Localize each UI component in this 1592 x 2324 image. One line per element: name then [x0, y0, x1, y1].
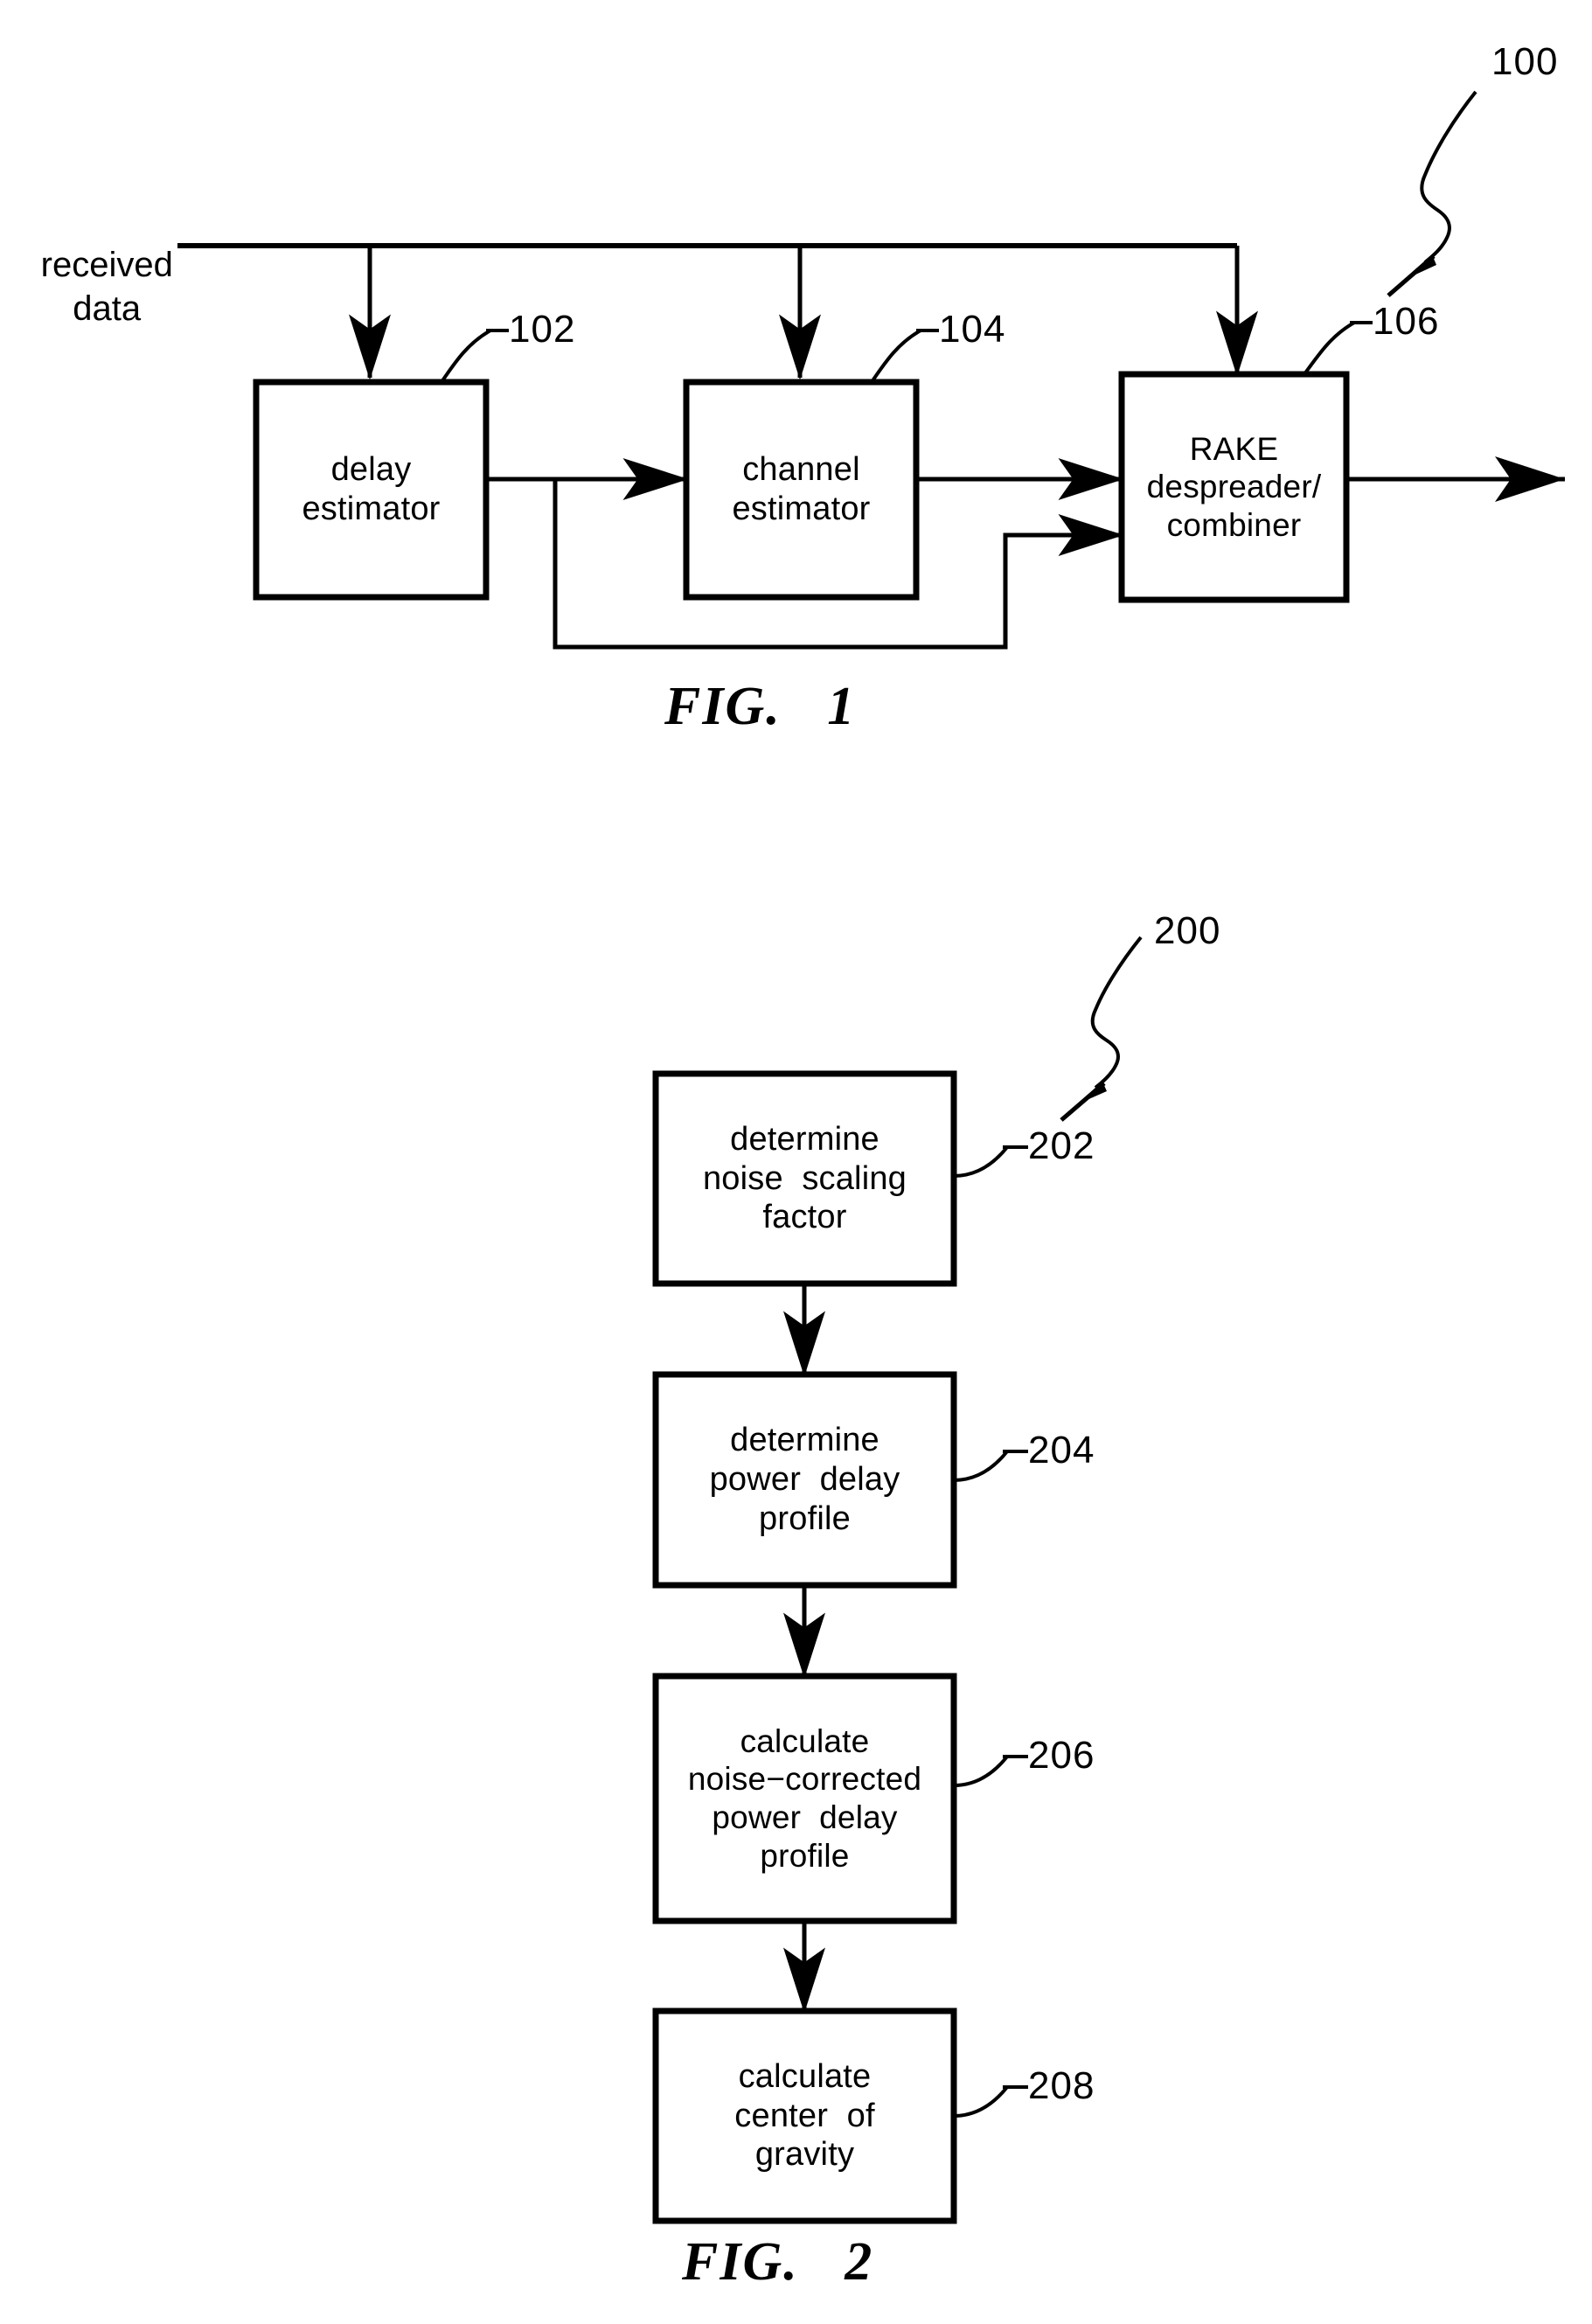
- block-106-line-1: RAKE: [1189, 430, 1279, 467]
- block-206-line-3: power delay: [712, 1799, 898, 1835]
- block-102-line-1: delay: [330, 451, 412, 489]
- fig2-leader-204: [953, 1450, 1009, 1482]
- fig1-leader-104: [870, 329, 921, 384]
- figure-2-caption: FIG. 2: [682, 2232, 874, 2292]
- fig2-leader-202: [953, 1145, 1009, 1178]
- block-208-line-3: gravity: [754, 2136, 855, 2174]
- ref-numeral-202: 202: [1028, 1124, 1095, 1167]
- ref-numeral-106: 106: [1373, 300, 1440, 343]
- patent-drawing-sheet: received data delay estimator channel es…: [0, 0, 1592, 2324]
- block-102-line-2: estimator: [302, 491, 441, 527]
- block-206-line-1: calculate: [740, 1722, 870, 1759]
- received-data-line1: received: [40, 246, 173, 284]
- block-208-line-2: center of: [734, 2097, 875, 2134]
- figure-1-caption: FIG. 1: [664, 677, 857, 736]
- ref-numeral-200: 200: [1154, 909, 1221, 952]
- ref-numeral-204: 204: [1028, 1429, 1095, 1472]
- block-202-line-2: noise scaling: [702, 1159, 907, 1197]
- fig2-leader-208: [953, 2085, 1009, 2118]
- block-204-line-2: power delay: [709, 1461, 900, 1499]
- block-206-line-4: profile: [760, 1837, 850, 1874]
- received-data-label: received data: [0, 199, 175, 374]
- block-206-line-2: noise−corrected: [687, 1761, 922, 1798]
- ref-numeral-206: 206: [1028, 1734, 1095, 1777]
- block-204-line-1: determine: [730, 1422, 879, 1459]
- block-106-text: RAKE despreader/ combiner: [1122, 374, 1346, 600]
- fig2-leader-200: [1060, 936, 1143, 1122]
- fig1-leader-102: [440, 329, 491, 384]
- fig1-leader-106: [1303, 321, 1355, 376]
- block-104-line-2: estimator: [732, 491, 871, 527]
- ref-numeral-208: 208: [1028, 2064, 1095, 2107]
- block-208-line-1: calculate: [738, 2057, 872, 2095]
- block-202-line-1: determine: [730, 1120, 879, 1158]
- block-104-line-1: channel: [742, 451, 860, 489]
- ref-numeral-102: 102: [509, 308, 576, 351]
- fig1-leader-100: [1387, 90, 1477, 297]
- fig2-leader-206: [953, 1755, 1009, 1787]
- block-106-line-2: despreader/: [1146, 469, 1322, 505]
- block-204-line-3: profile: [759, 1499, 851, 1537]
- block-106-line-3: combiner: [1166, 506, 1302, 543]
- block-104-text: channel estimator: [686, 382, 916, 597]
- block-202-text: determine noise scaling factor: [656, 1074, 954, 1284]
- ref-numeral-100: 100: [1491, 40, 1559, 83]
- block-202-line-3: factor: [762, 1199, 847, 1236]
- ref-numeral-104: 104: [939, 308, 1006, 351]
- received-data-line2: data: [73, 289, 142, 328]
- block-206-text: calculate noise−corrected power delay pr…: [656, 1676, 954, 1921]
- block-102-text: delay estimator: [256, 382, 486, 597]
- block-208-text: calculate center of gravity: [656, 2011, 954, 2221]
- block-204-text: determine power delay profile: [656, 1374, 954, 1585]
